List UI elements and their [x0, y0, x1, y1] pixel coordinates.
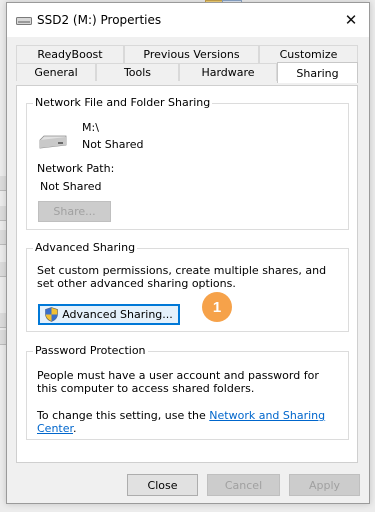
tab-general[interactable]: General	[16, 63, 96, 81]
advanced-sharing-button-label: Advanced Sharing...	[62, 308, 173, 321]
drive-icon	[39, 135, 67, 149]
apply-button[interactable]: Apply	[289, 474, 360, 496]
tab-label: Previous Versions	[143, 48, 240, 61]
tab-label: ReadyBoost	[37, 48, 103, 61]
cancel-button-label: Cancel	[224, 478, 263, 492]
tab-customize[interactable]: Customize	[259, 45, 358, 63]
group-title: Password Protection	[33, 344, 148, 357]
tab-label: Customize	[279, 48, 338, 61]
window-title: SSD2 (M:) Properties	[37, 13, 162, 27]
callout-badge: 1	[202, 292, 232, 322]
close-button-label: Close	[147, 478, 178, 492]
uac-shield-icon	[45, 307, 59, 322]
tab-label: Hardware	[201, 66, 255, 79]
change-setting-text: To change this setting, use the	[37, 409, 210, 422]
share-button[interactable]: Share...	[38, 201, 111, 222]
tab-label: General	[34, 66, 78, 79]
sharing-panel: Network File and Folder Sharing M:\ Not …	[16, 85, 358, 463]
period: .	[73, 422, 77, 435]
tab-tools[interactable]: Tools	[96, 63, 179, 81]
share-button-label: Share...	[53, 205, 96, 218]
drive-share-status: Not Shared	[82, 138, 144, 151]
close-button[interactable]: Close	[127, 474, 198, 496]
tab-label: Tools	[123, 66, 152, 79]
network-path-value: Not Shared	[40, 180, 102, 193]
tab-hardware[interactable]: Hardware	[179, 63, 277, 81]
tab-label: Sharing	[296, 66, 339, 80]
network-path-label: Network Path:	[37, 162, 115, 175]
drive-icon	[16, 17, 32, 25]
tab-readyboost[interactable]: ReadyBoost	[16, 45, 124, 63]
properties-dialog: SSD2 (M:) Properties ✕ ReadyBoost Previo…	[6, 2, 370, 504]
network-sharing-group: Network File and Folder Sharing M:\ Not …	[26, 96, 349, 230]
password-protection-group: Password Protection People must have a u…	[26, 344, 349, 440]
advanced-sharing-group: Advanced Sharing Set custom permissions,…	[26, 241, 349, 332]
drive-path: M:\	[82, 121, 99, 134]
group-title: Advanced Sharing	[33, 241, 138, 254]
tab-previous-versions[interactable]: Previous Versions	[124, 45, 259, 63]
advanced-sharing-description: Set custom permissions, create multiple …	[37, 264, 327, 290]
password-protection-text: People must have a user account and pass…	[37, 369, 319, 395]
tab-sharing[interactable]: Sharing	[277, 62, 358, 83]
cancel-button[interactable]: Cancel	[207, 474, 280, 496]
apply-button-label: Apply	[308, 478, 341, 492]
advanced-sharing-button[interactable]: Advanced Sharing...	[38, 304, 180, 325]
group-title: Network File and Folder Sharing	[33, 96, 213, 109]
password-protection-change-line: To change this setting, use the Network …	[37, 409, 347, 435]
title-bar: SSD2 (M:) Properties ✕	[7, 3, 369, 37]
close-icon[interactable]: ✕	[333, 3, 369, 37]
